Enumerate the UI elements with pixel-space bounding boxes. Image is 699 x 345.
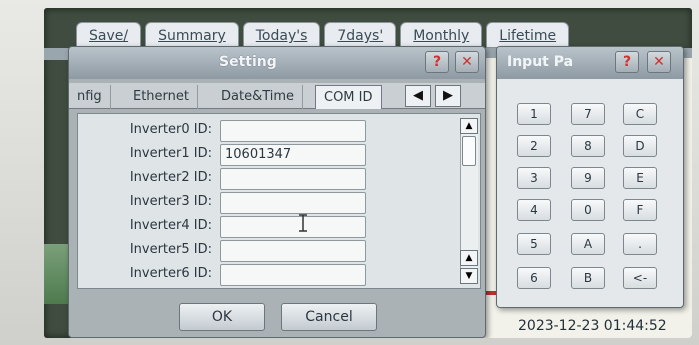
bg-tab-summary[interactable]: Summary	[145, 22, 239, 48]
key-6[interactable]: 6	[517, 267, 551, 289]
key-dot[interactable]: .	[623, 233, 657, 255]
key-b[interactable]: B	[571, 267, 605, 289]
key-e[interactable]: E	[623, 167, 657, 189]
keypad-title: Input Pa	[507, 54, 574, 70]
key-f[interactable]: F	[623, 199, 657, 221]
dialog-title: Setting	[219, 54, 277, 70]
inverter6-id-field[interactable]	[220, 264, 366, 286]
status-datetime: 2023-12-23 01:44:52	[518, 318, 667, 334]
key-c[interactable]: C	[623, 103, 657, 125]
key-backspace[interactable]: <-	[623, 267, 657, 289]
input-keypad: Input Pa ? ✕ 1 7 C 2 8 D 3 9 E 4 0 F 5 A…	[496, 46, 684, 308]
background-tab-bar: Save/ Summary Today's 7days' Monthly Lif…	[76, 22, 570, 48]
bg-tab-7days[interactable]: 7days'	[324, 22, 397, 48]
scroll-up-icon[interactable]: ▲	[460, 118, 478, 134]
key-4[interactable]: 4	[517, 199, 551, 221]
inverter4-id-field[interactable]	[220, 216, 366, 238]
inverter4-label: Inverter4 ID:	[129, 218, 212, 233]
tab-scroll-left-icon[interactable]: ◀	[405, 85, 431, 107]
key-d[interactable]: D	[623, 135, 657, 157]
bg-tab-today[interactable]: Today's	[242, 22, 321, 48]
bg-tab-save[interactable]: Save/	[76, 22, 142, 48]
device-screen: Save/ Summary Today's 7days' Monthly Lif…	[44, 8, 692, 338]
inverter1-id-field[interactable]: 10601347	[220, 144, 366, 166]
ok-button[interactable]: OK	[179, 303, 265, 331]
tab-scroll-right-icon[interactable]: ▶	[435, 85, 461, 107]
key-0[interactable]: 0	[571, 199, 605, 221]
settings-tab-bar: nfig Ethernet Date&Time COM ID ◀ ▶	[69, 83, 485, 109]
keypad-title-bar: Input Pa ? ✕	[497, 47, 683, 79]
tab-com-id[interactable]: COM ID	[315, 85, 382, 109]
tab-config[interactable]: nfig	[69, 85, 111, 109]
setting-dialog: Setting ? ✕ nfig Ethernet Date&Time COM …	[68, 46, 486, 338]
bg-tab-lifetime[interactable]: Lifetime	[486, 22, 570, 48]
key-3[interactable]: 3	[517, 167, 551, 189]
key-2[interactable]: 2	[517, 135, 551, 157]
scroll-down-icon[interactable]: ▼	[460, 268, 478, 284]
com-id-panel: Inverter0 ID: Inverter1 ID: 10601347 Inv…	[77, 113, 481, 289]
inverter5-label: Inverter5 ID:	[129, 242, 212, 257]
text-cursor-icon	[298, 214, 308, 236]
help-icon[interactable]: ?	[425, 51, 449, 73]
dialog-title-bar: Setting ? ✕	[69, 47, 485, 79]
inverter6-label: Inverter6 ID:	[129, 266, 212, 281]
cancel-button[interactable]: Cancel	[281, 303, 377, 331]
tab-date-time[interactable]: Date&Time	[213, 85, 304, 109]
key-9[interactable]: 9	[571, 167, 605, 189]
key-5[interactable]: 5	[517, 233, 551, 255]
tab-ethernet[interactable]: Ethernet	[125, 85, 198, 109]
inverter5-id-field[interactable]	[220, 240, 366, 262]
key-7[interactable]: 7	[571, 103, 605, 125]
inverter0-id-field[interactable]	[220, 120, 366, 142]
inverter2-label: Inverter2 ID:	[129, 170, 212, 185]
inverter3-label: Inverter3 ID:	[129, 194, 212, 209]
keypad-close-icon[interactable]: ✕	[647, 51, 671, 73]
key-1[interactable]: 1	[517, 103, 551, 125]
inverter2-id-field[interactable]	[220, 168, 366, 190]
inverter3-id-field[interactable]	[220, 192, 366, 214]
scroll-page-up-icon[interactable]: ▲	[460, 250, 478, 266]
key-a[interactable]: A	[571, 233, 605, 255]
scrollbar-thumb[interactable]	[462, 136, 476, 166]
bg-tab-monthly[interactable]: Monthly	[400, 22, 483, 48]
inverter0-label: Inverter0 ID:	[129, 122, 212, 137]
close-icon[interactable]: ✕	[455, 51, 479, 73]
inverter1-label: Inverter1 ID:	[129, 146, 212, 161]
key-8[interactable]: 8	[571, 135, 605, 157]
keypad-help-icon[interactable]: ?	[615, 51, 639, 73]
